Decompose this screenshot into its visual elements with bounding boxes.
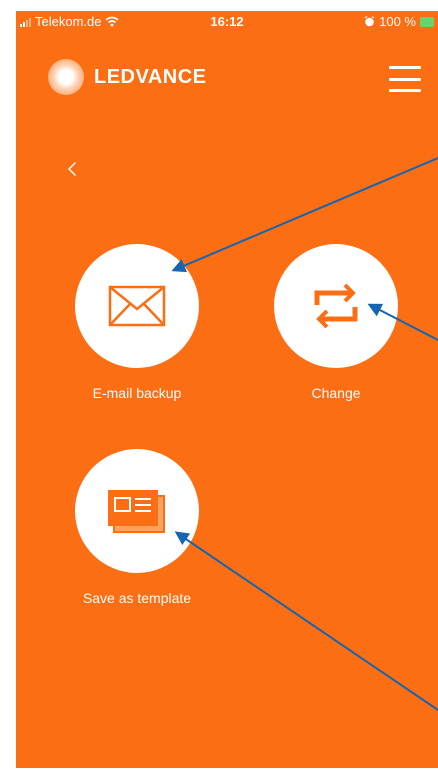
save-as-template-circle[interactable]	[75, 449, 199, 573]
status-right: 100 %	[364, 14, 434, 29]
logo-mark-icon	[48, 59, 84, 95]
battery-icon	[420, 16, 434, 27]
change-button[interactable]: Change	[251, 244, 421, 402]
save-as-template-label: Save as template	[82, 590, 192, 606]
email-backup-button[interactable]: E-mail backup	[52, 244, 222, 402]
battery-percent: 100 %	[379, 14, 416, 29]
email-backup-circle[interactable]	[75, 244, 199, 368]
envelope-icon	[108, 285, 166, 327]
status-bar: Telekom.de 16:12 100 %	[16, 11, 438, 33]
brand-logo: LEDVANCE	[48, 59, 207, 95]
brand-name: LEDVANCE	[94, 65, 207, 88]
template-icon	[108, 490, 165, 533]
hamburger-menu-icon[interactable]	[389, 66, 421, 92]
alarm-icon	[364, 16, 375, 27]
email-backup-label: E-mail backup	[92, 385, 182, 401]
app-view: Telekom.de 16:12 100 % LEDVANCE E-mail b…	[16, 11, 438, 768]
change-circle[interactable]	[274, 244, 398, 368]
swap-arrows-icon	[314, 283, 358, 329]
change-label: Change	[311, 385, 361, 401]
screen: Telekom.de 16:12 100 % LEDVANCE E-mail b…	[0, 0, 438, 783]
save-as-template-button[interactable]: Save as template	[52, 449, 222, 607]
back-chevron-icon[interactable]	[64, 157, 80, 181]
